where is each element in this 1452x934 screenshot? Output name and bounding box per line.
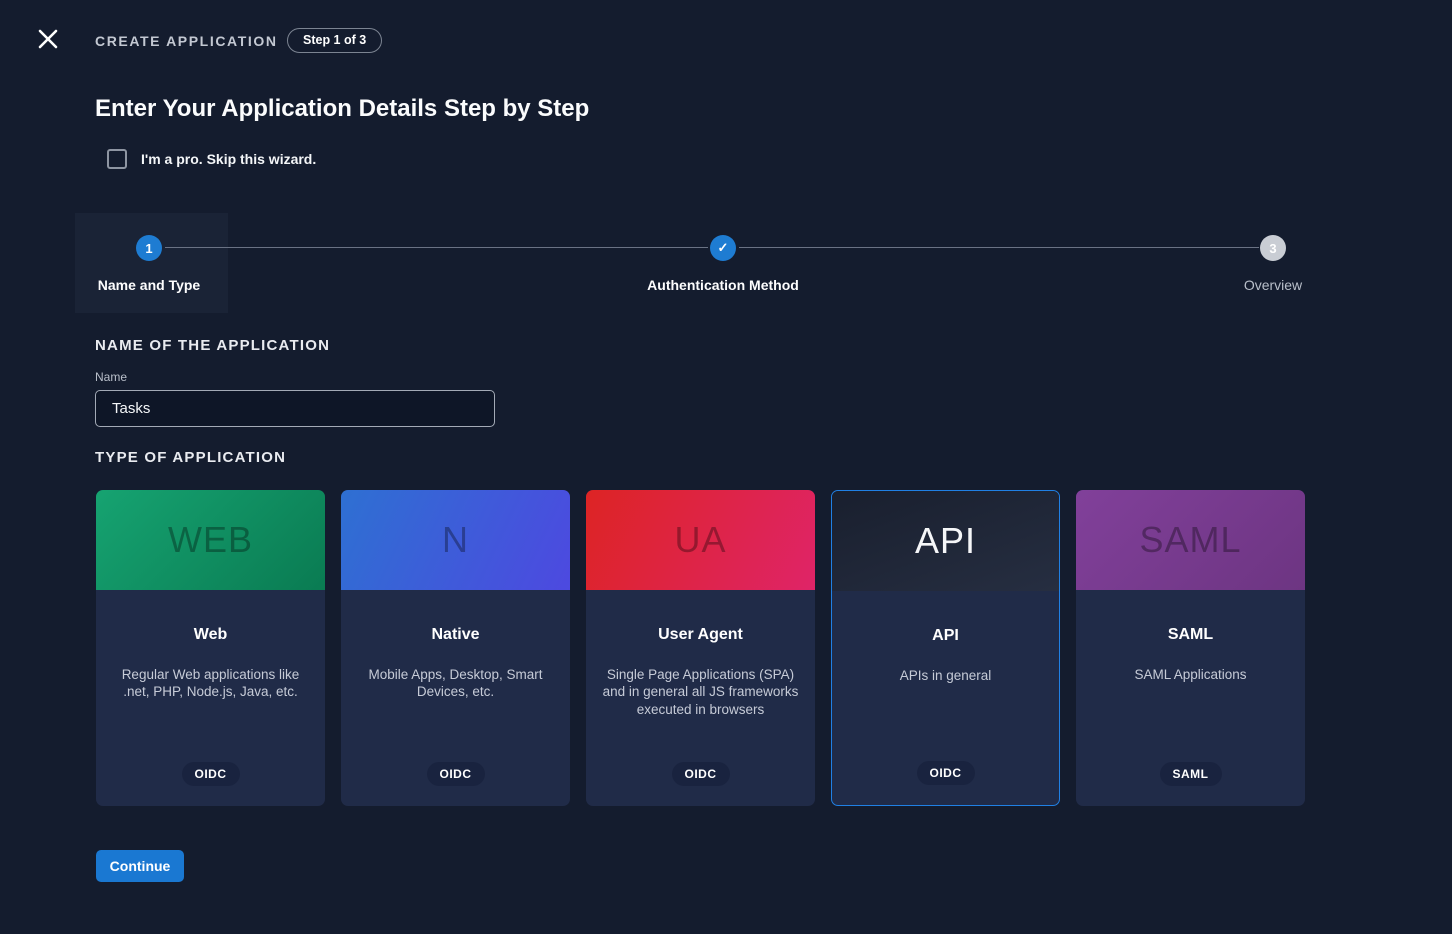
step-indicator-badge: Step 1 of 3 [287, 28, 382, 53]
active-step-highlight [75, 213, 228, 313]
step-label-overview: Overview [1163, 277, 1383, 293]
step-number: 3 [1269, 241, 1276, 256]
skip-wizard-row: I'm a pro. Skip this wizard. [107, 149, 316, 169]
create-application-wizard: CREATE APPLICATION Step 1 of 3 Enter You… [0, 0, 1452, 934]
card-title: API [832, 627, 1059, 645]
application-name-input[interactable] [95, 390, 495, 427]
card-description: Regular Web applications like .net, PHP,… [109, 666, 312, 701]
card-description: APIs in general [845, 667, 1046, 684]
stepper: 1 ✓ 3 Name and Type Authentication Metho… [0, 213, 1452, 313]
page-title: CREATE APPLICATION [95, 33, 278, 49]
card-description: Mobile Apps, Desktop, Smart Devices, etc… [354, 666, 557, 701]
wizard-heading: Enter Your Application Details Step by S… [95, 95, 589, 123]
card-title: Native [341, 626, 570, 644]
card-title: Web [96, 626, 325, 644]
app-type-card-api[interactable]: API API APIs in general OIDC [831, 490, 1060, 806]
card-header: WEB [96, 490, 325, 590]
card-header: N [341, 490, 570, 590]
step-circle-overview: 3 [1260, 235, 1286, 261]
stepper-connector [165, 247, 708, 248]
protocol-badge: OIDC [917, 761, 975, 785]
continue-button[interactable]: Continue [96, 850, 184, 882]
card-header-letters: N [442, 519, 469, 561]
step-number: 1 [145, 241, 152, 256]
check-icon: ✓ [718, 240, 729, 256]
card-header-letters: UA [674, 519, 726, 561]
type-section-heading: TYPE OF APPLICATION [95, 449, 286, 466]
close-button[interactable] [36, 28, 60, 52]
step-circle-authentication-method: ✓ [710, 235, 736, 261]
card-header: API [832, 491, 1059, 591]
protocol-badge: OIDC [182, 762, 240, 786]
card-description: SAML Applications [1089, 666, 1292, 683]
card-header-letters: SAML [1139, 519, 1241, 561]
step-label-name-and-type: Name and Type [39, 277, 259, 293]
protocol-badge: OIDC [672, 762, 730, 786]
card-header: SAML [1076, 490, 1305, 590]
protocol-badge: OIDC [427, 762, 485, 786]
application-type-cards: WEB Web Regular Web applications like .n… [96, 490, 1305, 806]
card-header-letters: API [915, 520, 976, 562]
app-type-card-web[interactable]: WEB Web Regular Web applications like .n… [96, 490, 325, 806]
card-description: Single Page Applications (SPA) and in ge… [599, 666, 802, 718]
step-circle-name-and-type: 1 [136, 235, 162, 261]
stepper-connector [739, 247, 1259, 248]
name-section-heading: NAME OF THE APPLICATION [95, 337, 330, 354]
card-title: SAML [1076, 626, 1305, 644]
skip-wizard-label[interactable]: I'm a pro. Skip this wizard. [141, 151, 316, 167]
skip-wizard-checkbox[interactable] [107, 149, 127, 169]
close-icon [37, 28, 59, 50]
name-field-label: Name [95, 370, 127, 384]
app-type-card-user-agent[interactable]: UA User Agent Single Page Applications (… [586, 490, 815, 806]
app-type-card-native[interactable]: N Native Mobile Apps, Desktop, Smart Dev… [341, 490, 570, 806]
app-type-card-saml[interactable]: SAML SAML SAML Applications SAML [1076, 490, 1305, 806]
card-title: User Agent [586, 626, 815, 644]
card-header: UA [586, 490, 815, 590]
card-header-letters: WEB [168, 519, 253, 561]
protocol-badge: SAML [1160, 762, 1222, 786]
step-label-authentication-method: Authentication Method [613, 277, 833, 293]
